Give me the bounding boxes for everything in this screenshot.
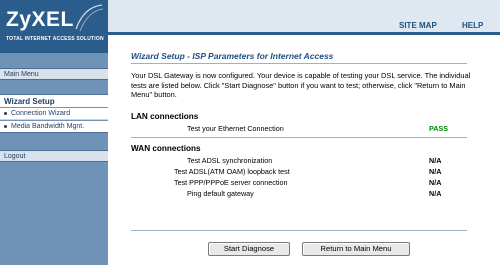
footer-divider [131, 230, 467, 231]
logo-tagline: TOTAL INTERNET ACCESS SOLUTION [6, 36, 104, 42]
top-bar [108, 0, 500, 34]
top-bar-divider [108, 32, 500, 35]
test-label: Test ADSL synchronization [187, 156, 273, 165]
return-main-menu-button[interactable]: Return to Main Menu [302, 242, 410, 256]
test-label: Test ADSL(ATM OAM) loopback test [174, 167, 290, 176]
test-label: Test PPP/PPPoE server connection [174, 178, 288, 187]
test-result: N/A [429, 189, 442, 198]
sidebar-item-logout[interactable]: Logout [0, 150, 108, 162]
sidebar-item-label: Connection Wizard [11, 110, 71, 117]
sidebar-section-wizard-setup[interactable]: Wizard Setup [0, 94, 108, 107]
sidebar-item-main-menu[interactable]: Main Menu [0, 68, 108, 80]
sidebar: ZyXEL TOTAL INTERNET ACCESS SOLUTION Mai… [0, 0, 108, 265]
test-result: N/A [429, 156, 442, 165]
sidebar-item-media-bandwidth[interactable]: Media Bandwidth Mgnt. [0, 121, 108, 133]
bullet-icon [4, 124, 7, 128]
test-result: PASS [429, 124, 449, 133]
sidebar-item-label: Media Bandwidth Mgnt. [11, 123, 85, 130]
section-divider [131, 137, 467, 138]
test-label: Test your Ethernet Connection [187, 124, 284, 133]
app-window: ZyXEL TOTAL INTERNET ACCESS SOLUTION Mai… [0, 0, 500, 265]
title-divider [131, 63, 467, 64]
help-link[interactable]: HELP [462, 21, 483, 30]
logo: ZyXEL TOTAL INTERNET ACCESS SOLUTION [0, 0, 108, 53]
swoosh-icon [75, 4, 104, 32]
wan-heading: WAN connections [131, 144, 201, 153]
intro-text: Your DSL Gateway is now configured. Your… [131, 71, 471, 100]
test-label: Ping default gateway [187, 189, 254, 198]
lan-heading: LAN connections [131, 112, 199, 121]
test-result: N/A [429, 178, 442, 187]
start-diagnose-button[interactable]: Start Diagnose [208, 242, 290, 256]
test-result: N/A [429, 167, 442, 176]
logo-text: ZyXEL [6, 8, 74, 31]
bullet-icon [4, 111, 7, 115]
site-map-link[interactable]: SITE MAP [399, 21, 437, 30]
sidebar-item-connection-wizard[interactable]: Connection Wizard [0, 108, 108, 120]
page-title: Wizard Setup - ISP Parameters for Intern… [131, 51, 334, 61]
